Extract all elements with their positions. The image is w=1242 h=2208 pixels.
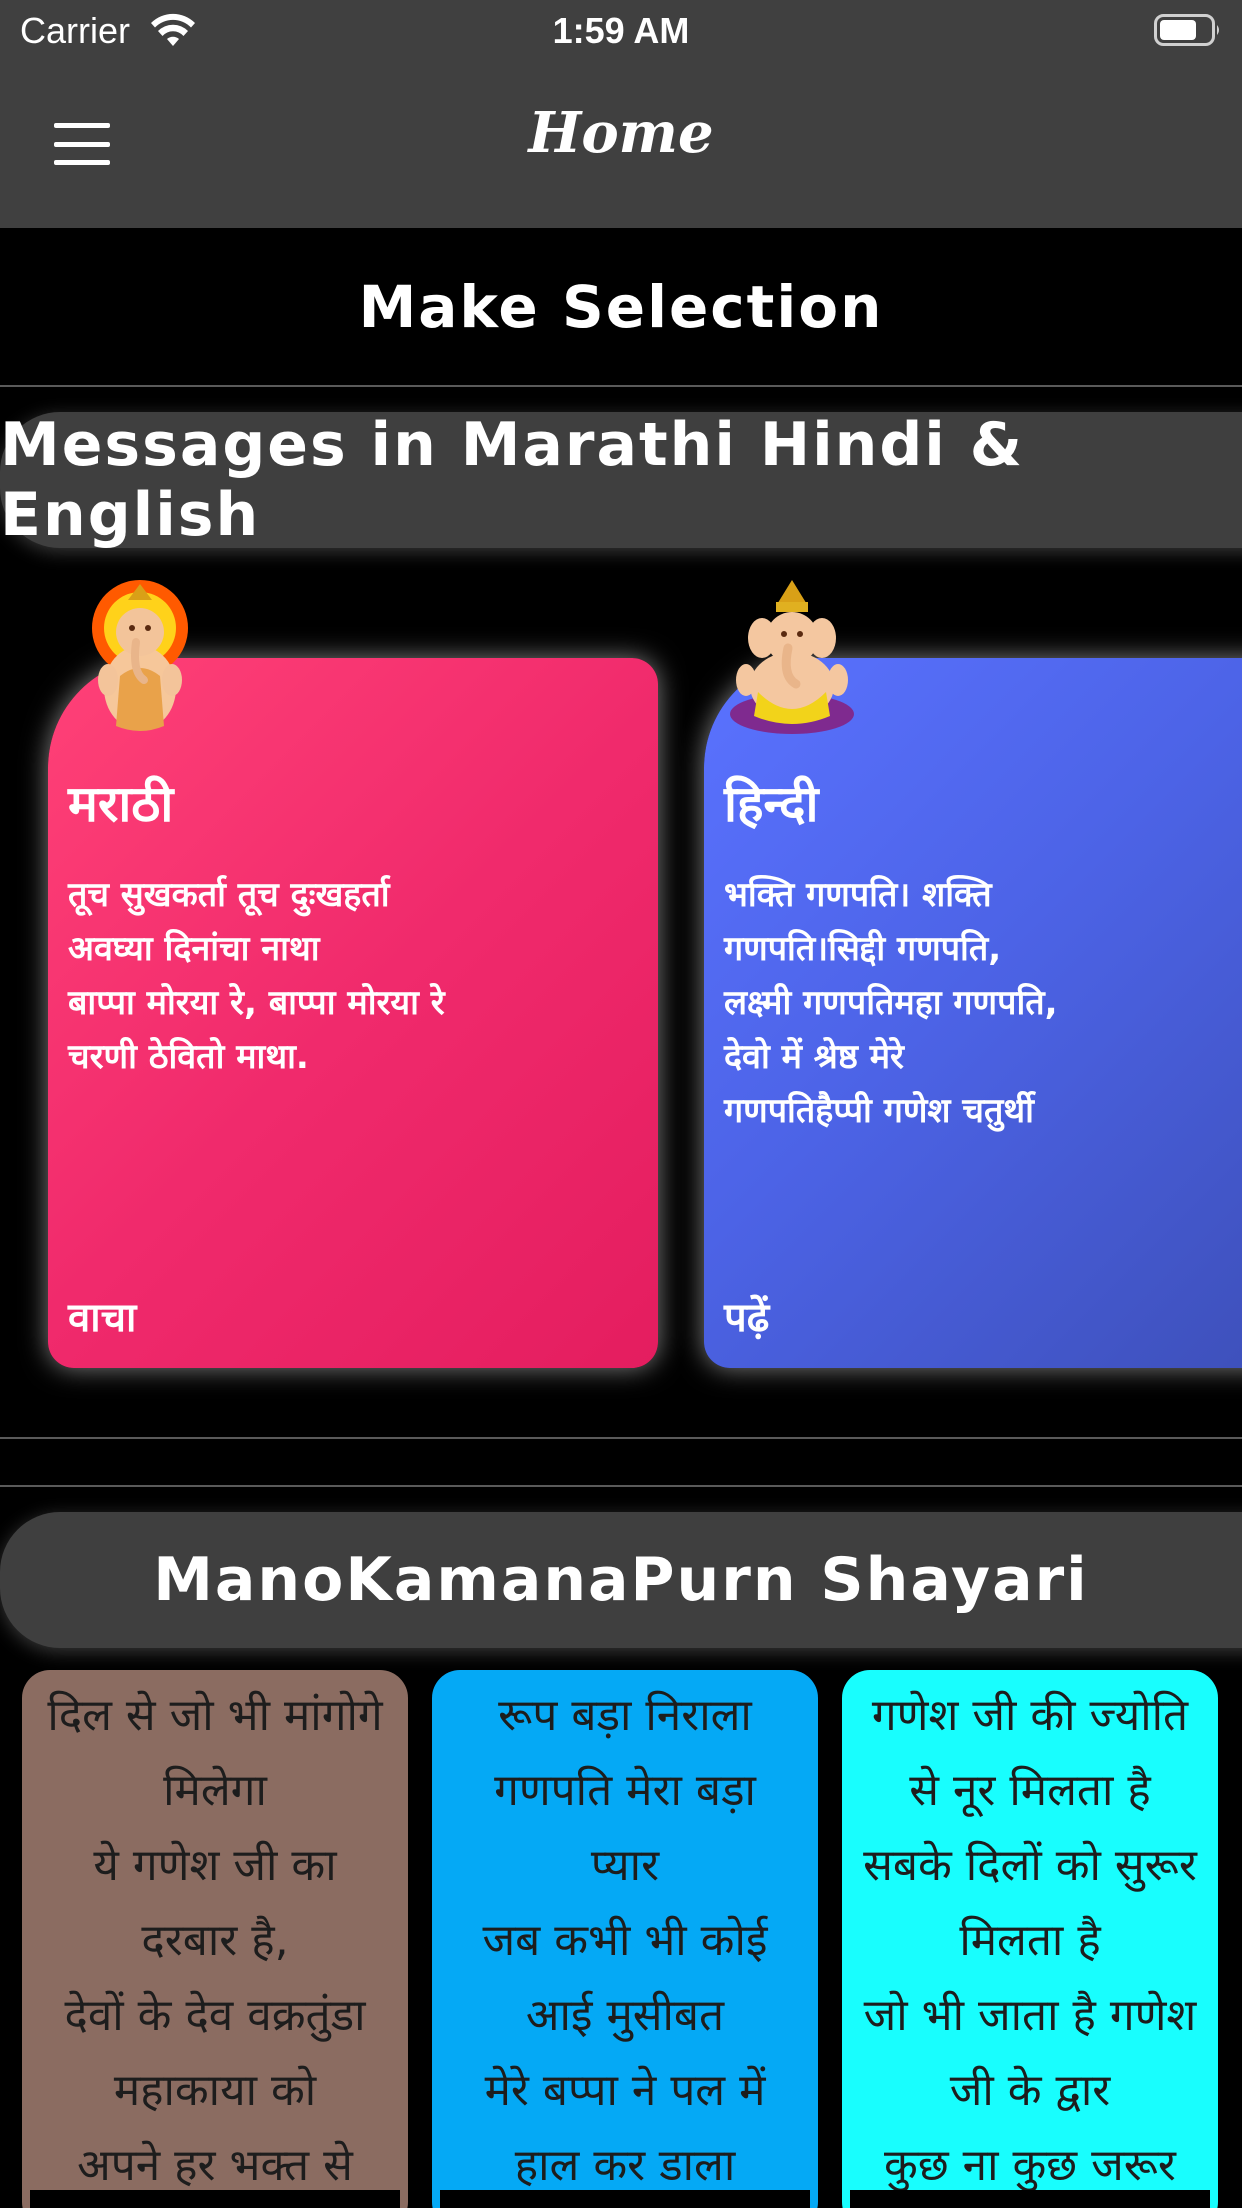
shayari-line: मेरे बप्पा ने पल में <box>484 2065 766 2116</box>
message-line: गणपति।सिद्दी गणपति, <box>724 929 1002 969</box>
status-bar: Carrier 1:59 AM <box>0 0 1242 62</box>
shayari-line: दिल से जो भी मांगोगे <box>47 1690 383 1741</box>
shayari-section-title: ManoKamanaPurn Shayari <box>153 1545 1089 1615</box>
shayari-line: जब कभी भी कोई <box>482 1915 768 1966</box>
shayari-card[interactable]: दिल से जो भी मांगोगे मिलेगा ये गणेश जी क… <box>22 1670 408 2208</box>
ganesha-image <box>92 580 188 731</box>
messages-section-title: Messages in Marathi Hindi & English <box>0 410 1025 550</box>
marathi-card-title: मराठी <box>68 775 174 833</box>
carrier-label: Carrier <box>20 10 131 51</box>
shayari-section-header: ManoKamanaPurn Shayari <box>0 1512 1242 1648</box>
message-line: देवो में श्रेष्ठ मेरे <box>724 1037 904 1077</box>
hindi-card-message: भक्ति गणपति। शक्ति गणपति।सिद्दी गणपति, ल… <box>724 868 1242 1138</box>
shayari-line: मिलेगा <box>163 1765 267 1816</box>
divider <box>0 1485 1242 1487</box>
shayari-line: आई मुसीबत <box>525 1990 725 2041</box>
shayari-line: सबके दिलों को सुरूर <box>863 1840 1197 1891</box>
shayari-card-footer <box>440 2190 810 2208</box>
shayari-line: जो भी जाता है गणेश <box>863 1990 1197 2041</box>
shayari-text: गणेश जी की ज्योति से नूर मिलता है सबके द… <box>842 1670 1218 2203</box>
shayari-line: महाकाया को <box>113 2065 317 2116</box>
make-selection-heading: Make Selection <box>358 273 884 341</box>
shayari-text: रूप बड़ा निराला गणपति मेरा बड़ा प्यार जब… <box>432 1670 818 2203</box>
messages-section-header: Messages in Marathi Hindi & English <box>0 410 1242 550</box>
shayari-line: ये गणेश जी का <box>93 1840 337 1891</box>
shayari-text: दिल से जो भी मांगोगे मिलेगा ये गणेश जी क… <box>22 1670 408 2203</box>
shayari-card[interactable]: रूप बड़ा निराला गणपति मेरा बड़ा प्यार जब… <box>432 1670 818 2208</box>
hindi-card[interactable]: हिन्दी भक्ति गणपति। शक्ति गणपति।सिद्दी ग… <box>704 658 1242 1368</box>
message-line: अवघ्या दिनांचा नाथा <box>68 929 320 969</box>
message-line: बाप्पा मोरया रे, बाप्पा मोरया रे <box>68 983 445 1023</box>
shayari-card-footer <box>850 2190 1210 2208</box>
message-line: चरणी ठेवितो माथा. <box>68 1037 309 1077</box>
shayari-line: प्यार <box>590 1840 660 1891</box>
shayari-line: जी के द्वार <box>949 2065 1111 2116</box>
shayari-card[interactable]: गणेश जी की ज्योति से नूर मिलता है सबके द… <box>842 1670 1218 2208</box>
message-line: तूच सुखकर्ता तूच दुःखहर्ता <box>68 875 390 915</box>
shayari-line: रूप बड़ा निराला <box>498 1690 752 1741</box>
shayari-line: से नूर मिलता है <box>909 1765 1151 1816</box>
navigation-bar: Home <box>0 62 1242 228</box>
message-line: लक्ष्मी गणपतिमहा गणपति, <box>724 983 1058 1023</box>
wifi-icon <box>151 13 195 46</box>
marathi-card[interactable]: मराठी तूच सुखकर्ता तूच दुःखहर्ता अवघ्या … <box>48 658 658 1368</box>
divider <box>0 385 1242 387</box>
shayari-line: देवों के देव वक्रतुंडा <box>64 1990 366 2041</box>
message-line: गणपतिहैप्पी गणेश चतुर्थी <box>724 1091 1034 1131</box>
marathi-card-message: तूच सुखकर्ता तूच दुःखहर्ता अवघ्या दिनांच… <box>68 868 628 1084</box>
message-line: भक्ति गणपति। शक्ति <box>724 875 992 915</box>
divider <box>0 1437 1242 1439</box>
page-title: Home <box>528 100 714 166</box>
hindi-read-button[interactable]: पढ़ें <box>724 1288 769 1343</box>
shayari-line: गणेश जी की ज्योति <box>871 1690 1189 1741</box>
ganesha-image <box>730 580 854 734</box>
marathi-read-button[interactable]: वाचा <box>68 1288 136 1343</box>
battery-icon <box>1154 14 1219 46</box>
shayari-card-footer <box>30 2190 400 2208</box>
shayari-line: मिलता है <box>959 1915 1101 1966</box>
shayari-line: दरबार है, <box>141 1915 289 1966</box>
shayari-line: गणपति मेरा बड़ा <box>494 1765 756 1816</box>
hindi-card-title: हिन्दी <box>724 775 819 833</box>
